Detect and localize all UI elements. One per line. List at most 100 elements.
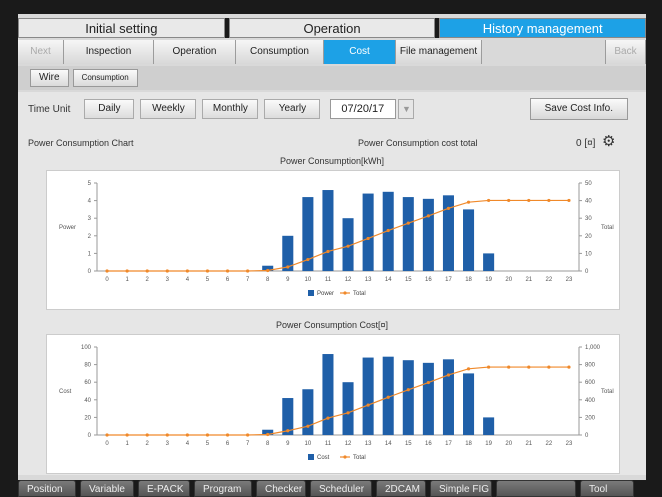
x-tick-label: 7 [246,441,250,447]
total-point-21 [527,198,531,203]
total-point-23 [567,198,571,203]
sub-tab-consumption[interactable]: Consumption [236,40,324,64]
total-point-9 [286,265,290,269]
total-point-4 [185,433,189,437]
x-tick-label: 1 [125,277,129,283]
x-tick-label: 0 [105,277,109,283]
sub-tab-next[interactable]: Next [18,40,64,64]
total-point-4 [185,269,189,273]
x-tick-label: 18 [465,277,472,283]
time-unit-weekly-button[interactable]: Weekly [140,99,197,119]
x-tick-label: 15 [405,277,412,283]
total-point-3 [165,433,169,437]
x-tick-label: 14 [385,441,392,447]
bar-cost-18 [463,373,475,435]
gear-icon[interactable]: ⚙ [602,134,618,150]
x-tick-label: 6 [226,277,230,283]
x-tick-label: 5 [206,277,210,283]
y2-tick-label: 400 [585,398,596,404]
bottom-button-blank[interactable] [496,480,576,497]
total-point-7 [246,269,250,273]
total-point-8 [266,268,270,273]
bar-cost-16 [422,362,434,435]
total-point-1 [125,433,129,437]
main-tab-history-management[interactable]: History management [439,18,647,38]
time-unit-yearly-button[interactable]: Yearly [264,99,321,119]
wire-button[interactable]: Wire [30,69,69,87]
x-tick-label: 21 [525,277,532,283]
total-point-6 [225,269,230,273]
total-point-10 [306,257,310,262]
y2-axis-label: Total [601,389,614,395]
x-tick-label: 4 [186,441,190,447]
sub-tab-back-next[interactable]: Back Next [606,40,646,81]
total-point-7 [246,433,250,437]
bottom-button-position[interactable]: Position [18,480,76,497]
bottom-button-simple-fig[interactable]: Simple FIG [430,480,492,497]
total-point-23 [567,365,571,369]
date-picker-arrow-icon[interactable]: ▼ [398,99,415,119]
bottom-button-e-pack[interactable]: E-PACK [138,480,190,497]
main-tab-operation[interactable]: Operation [228,18,436,38]
save-cost-info-button[interactable]: Save Cost Info. [529,98,628,120]
legend-bar-swatch [308,454,314,460]
x-tick-label: 3 [166,441,170,447]
x-tick-label: 2 [146,277,150,283]
bottom-button-scheduler[interactable]: Scheduler [310,480,372,497]
main-tab-initial-setting[interactable]: Initial setting [18,18,225,38]
sub-tab-spacer [482,40,606,64]
view-toggle-row: Wire Consumption [18,66,646,90]
y-tick-label: 2 [88,234,92,240]
x-tick-label: 0 [105,441,109,447]
consumption-button[interactable]: Consumption [72,69,138,87]
info-row: Power Consumption Chart Power Consumptio… [28,134,636,152]
sub-tab-inspection[interactable]: Inspection [64,40,154,64]
sub-tab-file-management[interactable]: File management [396,40,482,64]
sub-tab-operation[interactable]: Operation [154,40,236,64]
bottom-button-2dcam[interactable]: 2DCAM [376,480,426,497]
power-cost-chart: 0 20 40 60 80 100 0 200 400 600 800 1,000 Cost Total 0… [46,334,620,474]
legend-line-label: Total [353,455,366,461]
x-tick-label: 16 [425,277,432,283]
x-tick-label: 17 [445,441,452,447]
date-field[interactable]: 07/20/17 [330,99,397,119]
total-point-15 [406,221,410,225]
bottom-button-tool[interactable]: Tool [580,480,634,497]
y2-tick-label: 10 [585,251,592,257]
bottom-button-program[interactable]: Program [194,480,252,497]
y-tick-label: 0 [88,269,92,275]
x-tick-label: 9 [286,441,290,447]
sub-tab-cost[interactable]: Cost [324,40,396,64]
bar-power-19 [483,253,495,271]
y-tick-label: 40 [84,398,91,404]
x-tick-label: 22 [546,277,553,283]
x-tick-label: 8 [266,441,270,447]
x-tick-label: 1 [125,441,129,447]
x-tick-label: 4 [186,277,190,283]
y2-tick-label: 30 [585,216,592,222]
x-tick-label: 22 [546,441,553,447]
total-point-13 [366,403,370,407]
time-unit-monthly-button[interactable]: Monthly [202,99,259,119]
bottom-button-variable[interactable]: Variable [80,480,134,497]
y-axis-label: Cost [59,389,72,395]
bottom-button-checker[interactable]: Checker [256,480,306,497]
time-unit-daily-button[interactable]: Daily [84,99,135,119]
total-point-2 [145,269,149,273]
total-point-15 [406,388,410,392]
y-axis-label: Power [59,225,76,231]
total-point-18 [466,200,471,204]
total-point-14 [386,228,390,233]
total-point-20 [507,365,511,369]
total-point-17 [446,373,451,377]
sub-tab-bar: Next Inspection Operation Consumption Cost Fi… [18,40,646,81]
y2-tick-label: 50 [585,181,592,187]
total-point-16 [426,380,430,385]
x-tick-label: 12 [345,441,352,447]
bar-cost-12 [342,382,354,435]
total-point-11 [326,249,330,254]
content-area: Time Unit Daily Weekly Monthly Yearly 07… [18,92,646,475]
x-tick-label: 13 [365,441,372,447]
total-point-22 [547,198,551,203]
x-tick-label: 10 [305,277,312,283]
